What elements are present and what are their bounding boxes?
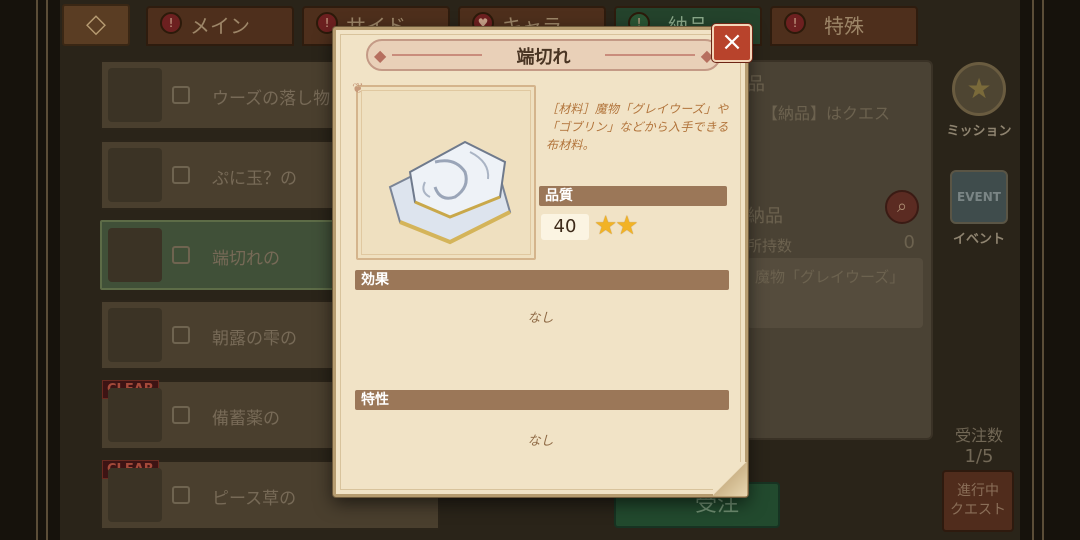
alert-badge-icon: ! xyxy=(160,12,182,34)
delivery-label: 納品 xyxy=(747,206,783,227)
back-button[interactable]: ◇ xyxy=(62,4,130,46)
search-button[interactable]: ⌕ xyxy=(885,190,919,224)
in-progress-quests-button[interactable]: 進行中 クエスト xyxy=(942,470,1014,532)
quality-section-header: 品質 xyxy=(539,186,727,206)
quality-value: 40 xyxy=(541,214,589,240)
checkbox-icon xyxy=(172,166,190,184)
item-thumbnail xyxy=(108,228,162,282)
star-rating: ★★ xyxy=(594,211,639,241)
tab-label: メイン xyxy=(190,14,250,38)
event-banner-icon: EVENT xyxy=(950,170,1008,224)
item-description: ［材料］魔物「グレイウーズ」や「ゴブリン」などから入手できる布材料。 xyxy=(546,102,729,152)
checkbox-icon xyxy=(172,326,190,344)
dialog-title-banner: ◆ ◆ 端切れ xyxy=(366,39,721,71)
item-thumbnail xyxy=(108,68,162,122)
panel-heading: 品 xyxy=(747,74,765,95)
close-button[interactable]: × xyxy=(712,24,752,62)
quest-name: 朝露の雫の xyxy=(212,329,297,349)
tab-label: 特殊 xyxy=(824,14,864,38)
quest-name: ウーズの落し物 xyxy=(212,89,331,109)
alert-badge-icon: ! xyxy=(784,12,806,34)
event-button[interactable]: EVENT イベント xyxy=(946,170,1012,247)
page-curl-corner xyxy=(713,462,747,496)
star-medal-icon: ★ xyxy=(952,62,1006,116)
star-icon: ★★ xyxy=(594,211,639,241)
quest-name: 備蓄薬の xyxy=(212,409,280,429)
item-thumbnail xyxy=(108,468,162,522)
trait-value: なし xyxy=(527,434,554,449)
event-banner-text: EVENT xyxy=(957,190,1001,204)
owned-count-label: 所持数 xyxy=(747,237,793,255)
diamond-ornament-icon: ◇ xyxy=(86,9,106,39)
checkbox-icon xyxy=(172,406,190,424)
close-icon: × xyxy=(721,27,743,57)
tab-special[interactable]: ! 特殊 xyxy=(770,6,918,46)
checkbox-icon xyxy=(172,486,190,504)
item-image-frame: ❦ xyxy=(352,81,536,260)
effect-value: なし xyxy=(527,311,554,326)
cloth-scrap-icon xyxy=(388,140,512,245)
mission-label: ミッション xyxy=(946,124,1012,139)
checkbox-icon xyxy=(172,246,190,264)
delivery-target-text: 魔物「グレイウーズ」 xyxy=(755,268,905,286)
item-thumbnail xyxy=(108,308,162,362)
owned-count-value: 0 xyxy=(903,232,915,253)
panel-note: 【納品】はクエス xyxy=(762,104,891,123)
dialog-title: 端切れ xyxy=(516,47,571,68)
checkbox-icon xyxy=(172,86,190,104)
mission-button[interactable]: ★ ミッション xyxy=(946,62,1012,139)
quest-name: 端切れの xyxy=(212,249,280,269)
left-ornate-frame xyxy=(0,0,60,540)
event-label: イベント xyxy=(952,232,1005,247)
quota-label: 受注数 xyxy=(954,426,1003,445)
quest-name: ぷに玉？の xyxy=(212,169,297,189)
trait-section-header: 特性 xyxy=(355,390,729,410)
item-thumbnail xyxy=(108,148,162,202)
effect-section-header: 効果 xyxy=(355,270,729,290)
right-ornate-frame xyxy=(1020,0,1080,540)
item-detail-dialog: ◆ ◆ 端切れ ❦ ［材料］魔物「グレイウーズ」や「ゴブリン」などから入手できる… xyxy=(333,27,748,497)
item-thumbnail xyxy=(108,388,162,442)
in-progress-label: 進行中 クエスト xyxy=(950,483,1006,518)
quota-value: 1/5 xyxy=(964,446,994,467)
delivery-target-box: 魔物「グレイウーズ」 xyxy=(747,258,923,328)
quest-name: ピース草の xyxy=(212,489,297,509)
search-icon: ⌕ xyxy=(896,196,908,217)
tab-main[interactable]: ! メイン xyxy=(146,6,294,46)
